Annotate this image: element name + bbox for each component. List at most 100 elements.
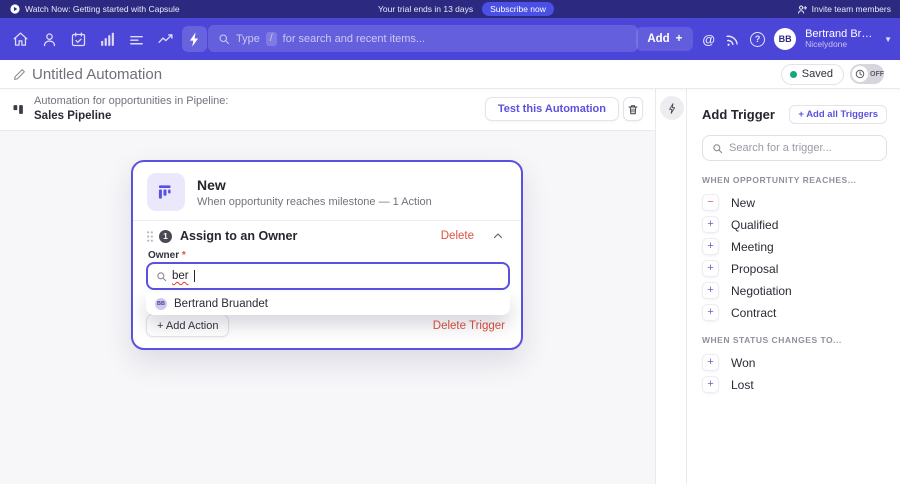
- search-placeholder-suffix: for search and recent items...: [283, 33, 425, 45]
- toggle-off-label: OFF: [870, 71, 884, 78]
- toggle-knob: [852, 66, 868, 82]
- trend-chart-icon[interactable]: [153, 26, 178, 52]
- saved-dot-icon: [790, 71, 797, 78]
- add-button[interactable]: Add +: [636, 27, 693, 51]
- collapse-triggers-button[interactable]: [660, 96, 684, 120]
- user-avatar[interactable]: BB: [774, 28, 796, 50]
- automation-on-off-toggle[interactable]: OFF: [850, 64, 884, 84]
- chevron-up-icon[interactable]: [492, 230, 504, 242]
- add-action-button[interactable]: + Add Action: [146, 314, 229, 337]
- automation-subheader: Automation for opportunities in Pipeline…: [0, 88, 655, 130]
- automations-bolt-icon[interactable]: [182, 26, 207, 52]
- help-icon[interactable]: ?: [750, 32, 765, 47]
- action-number-badge: 1: [159, 230, 172, 243]
- delete-automation-button[interactable]: [623, 97, 643, 121]
- mentions-at-icon[interactable]: @: [702, 32, 715, 47]
- section-label-milestones: WHEN OPPORTUNITY REACHES...: [702, 175, 900, 185]
- owner-field-label: Owner *: [133, 243, 521, 261]
- trash-icon: [627, 103, 639, 116]
- calendar-icon[interactable]: [66, 26, 91, 52]
- add-trigger-button[interactable]: +: [702, 376, 719, 393]
- watch-now-link[interactable]: Watch Now: Getting started with Capsule: [25, 4, 180, 14]
- user-menu[interactable]: Bertrand Bruandet Nicelydone: [805, 28, 875, 50]
- saved-status-badge: Saved: [781, 64, 844, 85]
- add-trigger-sidebar: Add Trigger + Add all Triggers WHEN OPPO…: [686, 88, 900, 484]
- trigger-summary: When opportunity reaches milestone — 1 A…: [197, 196, 432, 208]
- people-icon[interactable]: [37, 26, 62, 52]
- invite-label: Invite team members: [812, 4, 891, 14]
- status-trigger-list: + Won + Lost: [702, 354, 900, 393]
- list-item: + Proposal: [702, 260, 900, 277]
- search-icon: [156, 271, 167, 282]
- list-item: + Qualified: [702, 216, 900, 233]
- add-trigger-button[interactable]: +: [702, 282, 719, 299]
- list-item: + Won: [702, 354, 900, 371]
- remove-trigger-button[interactable]: −: [702, 194, 719, 211]
- section-label-status: WHEN STATUS CHANGES TO...: [702, 335, 900, 345]
- sidebar-collapse-strip: [655, 88, 686, 484]
- home-icon[interactable]: [8, 26, 33, 52]
- automation-title-row: Untitled Automation Saved OFF: [0, 60, 900, 88]
- milestone-trigger-list: − New + Qualified + Meeting + Proposal +…: [702, 194, 900, 321]
- add-trigger-button[interactable]: +: [702, 238, 719, 255]
- owner-suggestions-dropdown: BB Bertrand Bruandet: [146, 292, 510, 315]
- person-plus-icon: [797, 4, 808, 15]
- trigger-search-input[interactable]: [729, 142, 877, 154]
- play-icon[interactable]: [10, 4, 20, 14]
- automation-canvas: New When opportunity reaches milestone —…: [0, 130, 655, 484]
- capsule-automation-page: Watch Now: Getting started with Capsule …: [0, 0, 900, 484]
- delete-trigger-link[interactable]: Delete Trigger: [433, 320, 505, 332]
- pipeline-name: Sales Pipeline: [34, 109, 228, 123]
- list-item: − New: [702, 194, 900, 211]
- automation-description: Automation for opportunities in Pipeline…: [34, 95, 228, 109]
- owner-suggestion-item[interactable]: BB Bertrand Bruandet: [146, 292, 510, 315]
- text-cursor: [194, 270, 195, 282]
- add-trigger-button[interactable]: +: [702, 354, 719, 371]
- invite-team-members-button[interactable]: Invite team members: [797, 0, 891, 18]
- tasks-list-icon[interactable]: [124, 26, 149, 52]
- search-icon: [712, 143, 723, 154]
- delete-action-link[interactable]: Delete: [441, 230, 474, 242]
- action-row: 1 Assign to an Owner Delete: [133, 221, 521, 243]
- plus-icon: +: [676, 33, 683, 45]
- edit-pencil-icon[interactable]: [13, 68, 26, 81]
- search-placeholder-prefix: Type: [236, 33, 260, 45]
- slash-keycap: /: [266, 32, 277, 46]
- add-trigger-button[interactable]: +: [702, 304, 719, 321]
- global-search-input[interactable]: Type / for search and recent items...: [208, 25, 638, 52]
- broadcast-icon[interactable]: [724, 31, 741, 48]
- pipeline-icon: [12, 102, 25, 117]
- list-item: + Meeting: [702, 238, 900, 255]
- drag-handle-icon[interactable]: [146, 230, 154, 243]
- list-item: + Contract: [702, 304, 900, 321]
- list-item: + Lost: [702, 376, 900, 393]
- add-all-triggers-button[interactable]: + Add all Triggers: [789, 105, 887, 124]
- announcement-bar: Watch Now: Getting started with Capsule …: [0, 0, 900, 18]
- list-item: + Negotiation: [702, 282, 900, 299]
- bar-chart-icon[interactable]: [95, 26, 120, 52]
- milestone-kanban-icon: [147, 173, 185, 211]
- clock-icon: [855, 69, 865, 79]
- automation-editor-panel: Automation for opportunities in Pipeline…: [0, 88, 655, 484]
- avatar: BB: [155, 298, 167, 310]
- sidebar-title: Add Trigger: [702, 107, 789, 122]
- trigger-search-box[interactable]: [702, 135, 887, 161]
- required-asterisk: *: [182, 250, 186, 261]
- trigger-name: New: [197, 177, 432, 193]
- trigger-card: New When opportunity reaches milestone —…: [131, 160, 523, 350]
- user-org: Nicelydone: [805, 40, 875, 50]
- add-trigger-button[interactable]: +: [702, 260, 719, 277]
- search-icon: [218, 33, 230, 45]
- test-automation-button[interactable]: Test this Automation: [485, 97, 619, 121]
- subscribe-now-button[interactable]: Subscribe now: [482, 2, 554, 16]
- chevron-down-icon[interactable]: ▼: [884, 35, 892, 44]
- bolt-icon: [666, 102, 679, 115]
- main-nav-bar: Type / for search and recent items... Ad…: [0, 18, 900, 60]
- card-footer: + Add Action Delete Trigger: [133, 314, 521, 348]
- trial-countdown-text: Your trial ends in 13 days: [378, 4, 473, 14]
- automation-title[interactable]: Untitled Automation: [32, 66, 162, 83]
- owner-search-input[interactable]: ber: [146, 262, 510, 290]
- owner-input-value: ber: [172, 270, 189, 282]
- action-title: Assign to an Owner: [180, 229, 297, 243]
- add-trigger-button[interactable]: +: [702, 216, 719, 233]
